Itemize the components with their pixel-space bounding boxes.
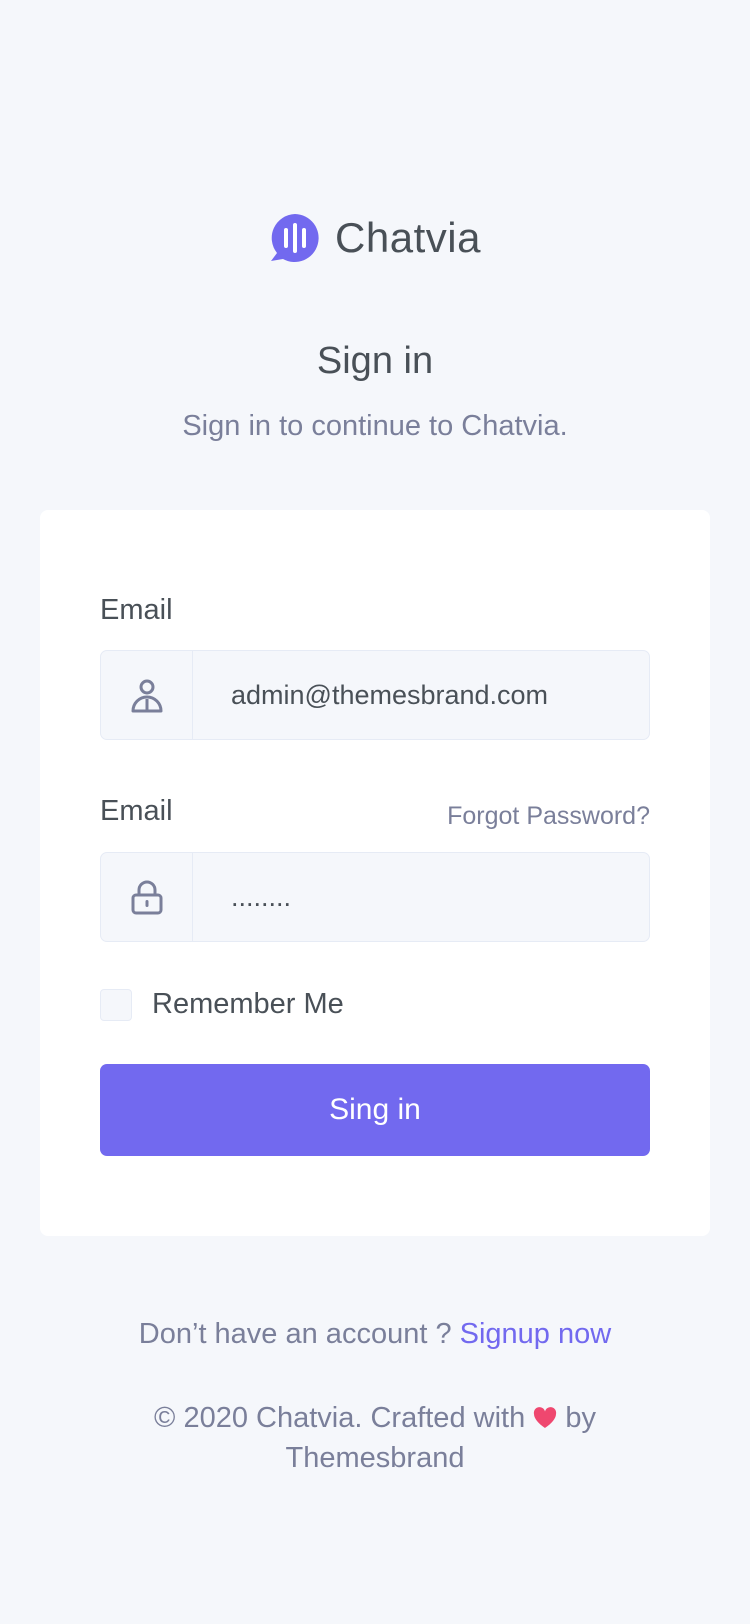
brand-logo[interactable]: Chatvia [0,212,750,264]
forgot-password-link[interactable]: Forgot Password? [447,802,650,831]
email-label: Email [100,594,173,626]
email-input[interactable] [193,651,649,739]
page-title: Sign in [316,340,434,382]
remember-me-row[interactable]: Remember Me [100,988,344,1021]
email-input-group [100,650,650,740]
password-input[interactable] [193,853,649,941]
signup-prompt-text: Don’t have an account ? [138,1318,452,1350]
copyright: © 2020 Chatvia. Crafted with by Themesbr… [125,1398,625,1478]
lock-icon [131,880,162,915]
signup-prompt: Don’t have an account ? Signup now [0,1318,750,1351]
user-icon [131,679,162,713]
password-label: Email [100,795,173,827]
remember-me-label[interactable]: Remember Me [152,988,344,1021]
email-addon [101,651,193,739]
chat-bubble-soundwave-icon [271,214,319,262]
signup-link[interactable]: Signup now [460,1318,612,1350]
copyright-prefix: © 2020 Chatvia. Crafted with [154,1402,526,1434]
password-addon [101,853,193,941]
remember-me-checkbox[interactable] [100,988,132,1021]
signin-card: Email Email Forgot Password? Remember Me… [40,510,710,1236]
page-subtitle: Sign in to continue to Chatvia. [182,410,568,442]
brand-name: Chatvia [335,214,481,261]
password-input-group [100,852,650,942]
signin-button[interactable]: Sing in [100,1064,650,1156]
heart-icon [534,1407,557,1428]
